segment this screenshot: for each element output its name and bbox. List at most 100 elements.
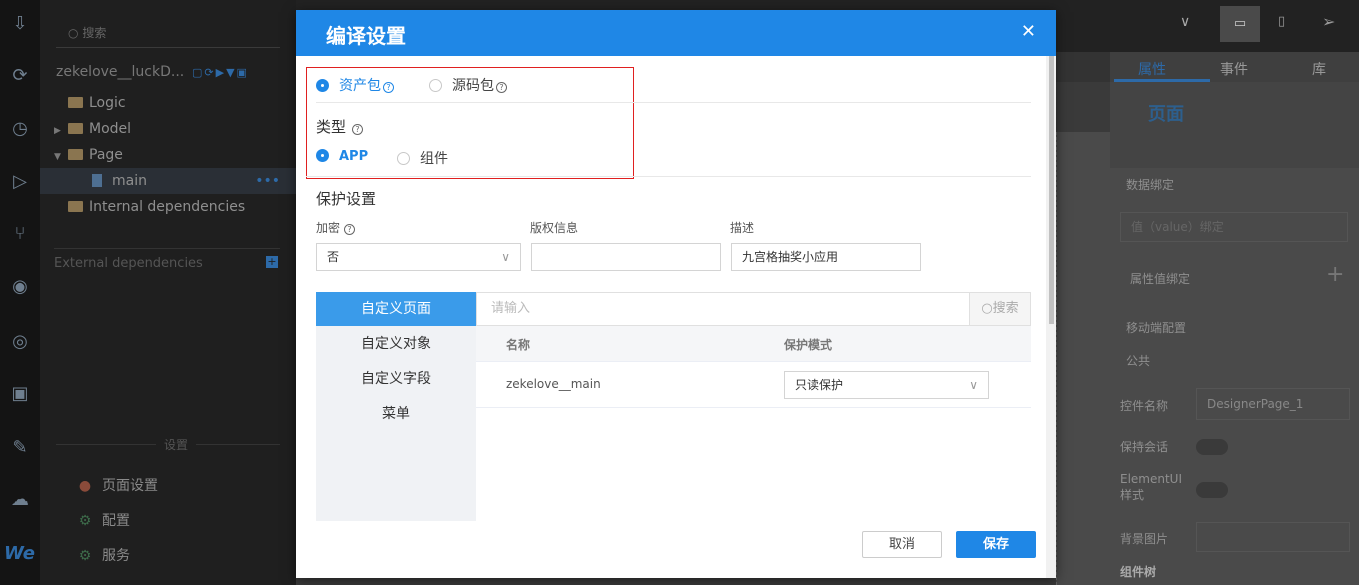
description-input[interactable]: 九宫格抽奖小应用 xyxy=(731,243,921,271)
radio-unchecked-icon xyxy=(397,152,410,165)
add-icon[interactable]: + xyxy=(266,256,278,268)
table-row: zekelove__main 只读保护 ∨ xyxy=(476,362,1031,408)
service-icon: ⚙ xyxy=(78,548,92,564)
footer-config[interactable]: ⚙ 配置 xyxy=(76,510,130,530)
scrollbar-thumb[interactable] xyxy=(1049,56,1054,324)
radio-asset-package[interactable]: 资产包? xyxy=(316,75,394,95)
encrypt-label-text: 加密 xyxy=(316,221,341,235)
type-title-text: 类型 xyxy=(316,118,347,136)
project-actions[interactable]: ▢⟳▶▼▣ xyxy=(192,66,272,80)
radio-unchecked-icon xyxy=(429,79,442,92)
target-icon[interactable]: ◎ xyxy=(8,330,32,354)
tab-events[interactable]: 事件 xyxy=(1220,59,1248,79)
divider xyxy=(306,176,1031,177)
tree-item-internal-deps[interactable]: Internal dependencies xyxy=(40,194,296,220)
send-icon[interactable]: ➢ xyxy=(1322,12,1335,31)
explorer-search-input[interactable]: ○ 搜索 xyxy=(56,20,280,48)
terminal-icon[interactable]: ▣ xyxy=(8,382,32,406)
mobile-view-icon[interactable]: ▯ xyxy=(1278,14,1285,29)
copyright-label: 版权信息 xyxy=(530,221,579,235)
row-name: zekelove__main xyxy=(506,377,601,391)
activity-bar: ⇩ ⟳ ◷ ▷ ⑂ ◉ ◎ ▣ ✎ ☁ We xyxy=(0,0,40,585)
save-button[interactable]: 保存 xyxy=(956,531,1036,558)
we-logo: We xyxy=(4,543,35,564)
mobile-config-label[interactable]: 移动端配置 xyxy=(1126,319,1359,336)
search-placeholder: 搜索 xyxy=(82,26,107,40)
copyright-input[interactable] xyxy=(531,243,721,271)
preview-icon[interactable]: ◉ xyxy=(8,275,32,299)
footer-service[interactable]: ⚙ 服务 xyxy=(76,545,130,565)
table-header: 名称 保护模式 xyxy=(476,326,1031,362)
caret-down-icon: ▼ xyxy=(54,152,61,162)
radio-type-app[interactable]: APP xyxy=(316,149,368,164)
tree-item-label: Logic xyxy=(89,95,126,111)
project-name: zekelove__luckD... xyxy=(56,64,185,80)
radio-label: APP xyxy=(339,149,369,164)
attr-binding-label: 属性值绑定 xyxy=(1130,272,1191,286)
close-icon[interactable]: ✕ xyxy=(1021,21,1036,42)
help-icon[interactable]: ? xyxy=(496,82,507,93)
help-icon[interactable]: ? xyxy=(383,82,394,93)
radio-source-package[interactable]: 源码包? xyxy=(429,75,507,95)
history-icon[interactable]: ◷ xyxy=(8,117,32,141)
wrench-icon[interactable]: ✎ xyxy=(8,436,32,460)
tab-custom-object[interactable]: 自定义对象 xyxy=(316,327,476,361)
canvas-page xyxy=(1056,132,1110,585)
location-pin-icon: ● xyxy=(78,478,92,494)
help-icon[interactable]: ? xyxy=(344,224,356,235)
radio-label: 源码包 xyxy=(452,78,494,94)
help-icon[interactable]: ? xyxy=(352,124,364,135)
tree-item-main[interactable]: main ••• xyxy=(40,168,296,194)
value-binding-input[interactable]: 值（value）绑定 xyxy=(1120,212,1348,242)
folder-icon xyxy=(68,97,83,108)
import-icon[interactable]: ⇩ xyxy=(8,12,32,36)
radio-type-component[interactable]: 组件 xyxy=(397,148,448,168)
protect-mode-select[interactable]: 只读保护 ∨ xyxy=(784,371,989,399)
tab-custom-field[interactable]: 自定义字段 xyxy=(316,362,476,396)
tree-item-label: main xyxy=(112,173,147,189)
source-control-icon[interactable]: ⟳ xyxy=(8,64,32,88)
radio-checked-icon xyxy=(316,79,329,92)
search-button[interactable]: ○搜索 xyxy=(969,292,1031,326)
divider xyxy=(316,102,1031,103)
elementui-style-label: ElementUI样式 xyxy=(1120,472,1183,502)
keep-session-toggle[interactable] xyxy=(1196,439,1228,455)
protect-mode-value: 只读保护 xyxy=(795,378,844,392)
data-binding-label: 数据绑定 xyxy=(1126,178,1175,192)
tab-menu[interactable]: 菜单 xyxy=(316,397,476,431)
more-icon[interactable]: ••• xyxy=(255,168,280,194)
add-icon[interactable]: + xyxy=(1326,262,1344,287)
encrypt-value: 否 xyxy=(327,250,340,264)
radio-checked-icon xyxy=(316,149,329,162)
compile-settings-dialog: 编译设置 ✕ 资产包? 源码包? 类型? APP 组件 保护设置 加密? 版权信… xyxy=(296,10,1056,578)
tree-item-model[interactable]: ▶ Model xyxy=(40,116,296,142)
bg-image-input[interactable] xyxy=(1196,522,1350,552)
right-toolbar: ∨ ▭ ▯ ➢ xyxy=(1110,0,1359,52)
branch-icon[interactable]: ⑂ xyxy=(8,222,32,246)
dialog-title: 编译设置 xyxy=(326,24,406,48)
elementui-style-toggle[interactable] xyxy=(1196,482,1228,498)
common-label[interactable]: 公共 xyxy=(1126,352,1359,369)
gear-icon: ⚙ xyxy=(78,513,92,529)
control-name-input[interactable]: DesignerPage_1 xyxy=(1196,388,1350,420)
chevron-down-icon[interactable]: ∨ xyxy=(1180,14,1190,30)
tab-library[interactable]: 库 xyxy=(1312,59,1326,79)
caret-right-icon: ▶ xyxy=(54,126,61,136)
tab-properties[interactable]: 属性 xyxy=(1138,59,1166,79)
folder-icon xyxy=(68,201,83,212)
tree-item-logic[interactable]: Logic xyxy=(40,90,296,116)
desktop-view-icon[interactable]: ▭ xyxy=(1220,6,1260,42)
column-name: 名称 xyxy=(506,338,531,352)
component-tree-label[interactable]: 组件树 xyxy=(1120,563,1359,580)
encrypt-select[interactable]: 否 ∨ xyxy=(316,243,521,271)
tree-item-page[interactable]: ▼ Page xyxy=(40,142,296,168)
cancel-button[interactable]: 取消 xyxy=(862,531,942,558)
debug-icon[interactable]: ▷ xyxy=(8,170,32,194)
file-icon xyxy=(92,174,102,187)
scrollbar[interactable] xyxy=(1046,56,1056,578)
tab-custom-page[interactable]: 自定义页面 xyxy=(316,292,476,326)
search-input[interactable]: 请输入 xyxy=(476,292,970,326)
type-title: 类型? xyxy=(316,116,364,137)
cloud-upload-icon[interactable]: ☁ xyxy=(8,488,32,512)
footer-page-settings[interactable]: ● 页面设置 xyxy=(76,475,158,495)
